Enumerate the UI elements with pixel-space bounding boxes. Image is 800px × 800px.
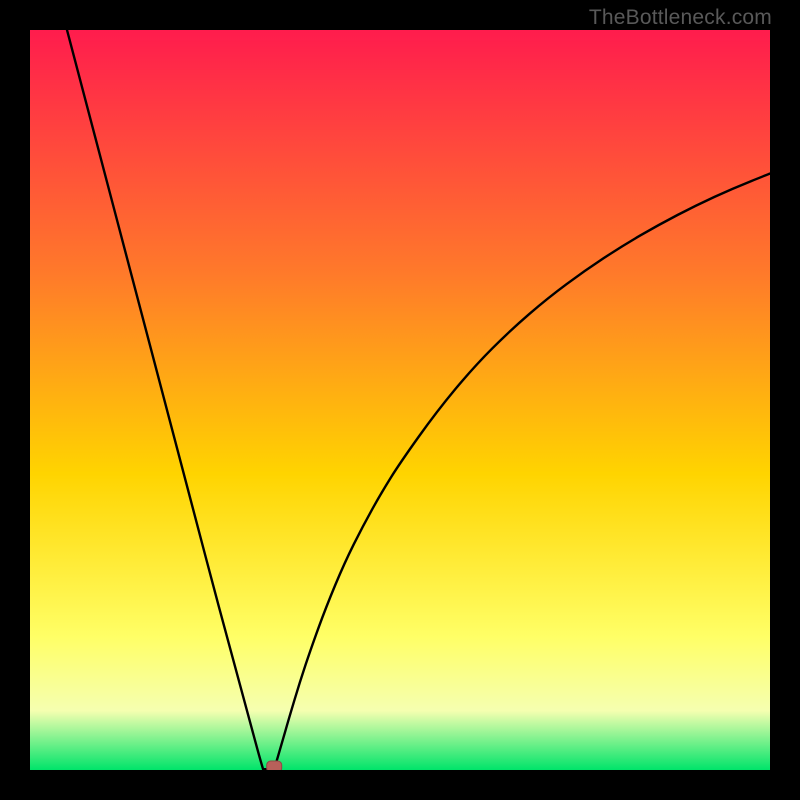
watermark-label: TheBottleneck.com (589, 6, 772, 30)
gradient-bg (30, 30, 770, 770)
plot-area (30, 30, 770, 770)
chart-frame: TheBottleneck.com (0, 0, 800, 800)
chart-svg (30, 30, 770, 770)
optimum-marker (267, 761, 282, 770)
